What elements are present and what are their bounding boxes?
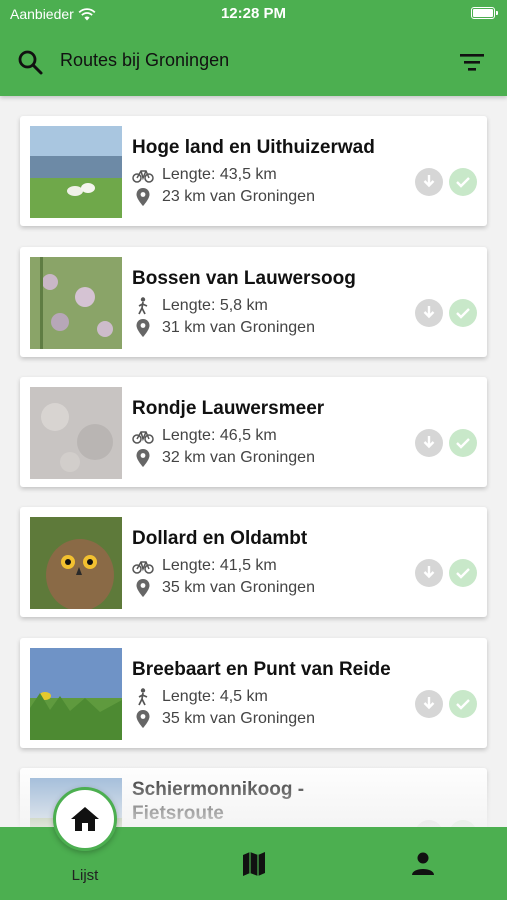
route-card[interactable]: Rondje Lauwersmeer Lengte: 46,5 km 32 km… <box>20 377 487 487</box>
route-card[interactable]: Dollard en Oldambt Lengte: 41,5 km 35 km… <box>20 507 487 617</box>
top-bar: Aanbieder 12:28 PM Routes bij Groningen <box>0 0 507 96</box>
location-pin-icon <box>132 579 154 597</box>
download-button[interactable] <box>415 168 443 196</box>
bike-icon <box>132 427 154 445</box>
length-label: Lengte: 43,5 km <box>162 166 277 183</box>
map-icon <box>243 852 265 876</box>
location-pin-icon <box>132 449 154 467</box>
route-distance: 31 km van Groningen <box>132 319 315 337</box>
nav-home[interactable]: Lijst <box>53 787 117 900</box>
search-bar[interactable]: Routes bij Groningen <box>0 44 507 80</box>
route-length: Lengte: 46,5 km <box>132 427 277 445</box>
battery-icon <box>471 7 498 19</box>
route-card[interactable]: Bossen van Lauwersoog Lengte: 5,8 km 31 … <box>20 247 487 357</box>
check-button[interactable] <box>449 429 477 457</box>
route-actions <box>415 429 477 457</box>
search-icon[interactable] <box>16 48 44 76</box>
home-button[interactable] <box>53 787 117 851</box>
route-actions <box>415 690 477 718</box>
route-photo <box>30 126 122 218</box>
route-distance: 32 km van Groningen <box>132 449 315 467</box>
route-actions <box>415 168 477 196</box>
route-title: Bossen van Lauwersoog <box>132 268 356 289</box>
app-screen: Aanbieder 12:28 PM Routes bij Groningen <box>0 0 507 900</box>
check-button[interactable] <box>449 299 477 327</box>
nav-map[interactable] <box>240 851 268 877</box>
route-card[interactable]: Hoge land en Uithuizerwad Lengte: 43,5 k… <box>20 116 487 226</box>
nav-user[interactable] <box>410 851 436 877</box>
walk-icon <box>132 297 154 315</box>
walk-icon <box>132 688 154 706</box>
location-pin-icon <box>132 710 154 728</box>
distance-label: 31 km van Groningen <box>162 319 315 336</box>
download-button[interactable] <box>415 690 443 718</box>
route-length: Lengte: 41,5 km <box>132 557 277 575</box>
distance-label: 23 km van Groningen <box>162 188 315 205</box>
route-distance: 35 km van Groningen <box>132 710 315 728</box>
length-label: Lengte: 4,5 km <box>162 688 268 705</box>
home-icon <box>71 807 99 831</box>
route-length: Lengte: 5,8 km <box>132 297 268 315</box>
route-actions <box>415 820 477 827</box>
bike-icon <box>132 557 154 575</box>
route-length: Lengte: 4,5 km <box>132 688 268 706</box>
distance-label: 35 km van Groningen <box>162 579 315 596</box>
bottom-nav: Lijst <box>0 787 507 900</box>
nav-home-label: Lijst <box>71 867 99 884</box>
filter-icon[interactable] <box>459 50 485 74</box>
distance-label: 32 km van Groningen <box>162 449 315 466</box>
download-button[interactable] <box>415 299 443 327</box>
route-title: Breebaart en Punt van Reide <box>132 659 391 680</box>
route-title: Schiermonnikoog - Fietsroute <box>132 779 305 824</box>
route-photo <box>30 387 122 479</box>
download-button[interactable] <box>415 429 443 457</box>
clock: 12:28 PM <box>220 5 287 22</box>
location-pin-icon <box>132 188 154 206</box>
route-title: Dollard en Oldambt <box>132 528 308 549</box>
route-photo <box>30 648 122 740</box>
length-label: Lengte: 5,8 km <box>162 297 268 314</box>
route-title: Rondje Lauwersmeer <box>132 398 325 419</box>
route-card[interactable]: Breebaart en Punt van Reide Lengte: 4,5 … <box>20 638 487 748</box>
route-actions <box>415 299 477 327</box>
location-pin-icon <box>132 319 154 337</box>
download-button[interactable] <box>415 820 443 827</box>
route-distance: 23 km van Groningen <box>132 188 315 206</box>
length-label: Lengte: 46,5 km <box>162 427 277 444</box>
download-button[interactable] <box>415 559 443 587</box>
route-length: Lengte: 43,5 km <box>132 166 277 184</box>
route-list: Hoge land en Uithuizerwad Lengte: 43,5 k… <box>0 96 507 827</box>
bike-icon <box>132 166 154 184</box>
length-label: Lengte: 41,5 km <box>162 557 277 574</box>
status-bar: Aanbieder 12:28 PM <box>0 0 507 28</box>
search-title[interactable]: Routes bij Groningen <box>60 50 229 71</box>
check-button[interactable] <box>449 168 477 196</box>
check-button[interactable] <box>449 820 477 827</box>
distance-label: 35 km van Groningen <box>162 710 315 727</box>
check-button[interactable] <box>449 559 477 587</box>
route-distance: 35 km van Groningen <box>132 579 315 597</box>
route-photo <box>30 257 122 349</box>
route-title: Hoge land en Uithuizerwad <box>132 137 375 158</box>
user-icon <box>412 852 434 875</box>
route-actions <box>415 559 477 587</box>
check-button[interactable] <box>449 690 477 718</box>
route-photo <box>30 517 122 609</box>
